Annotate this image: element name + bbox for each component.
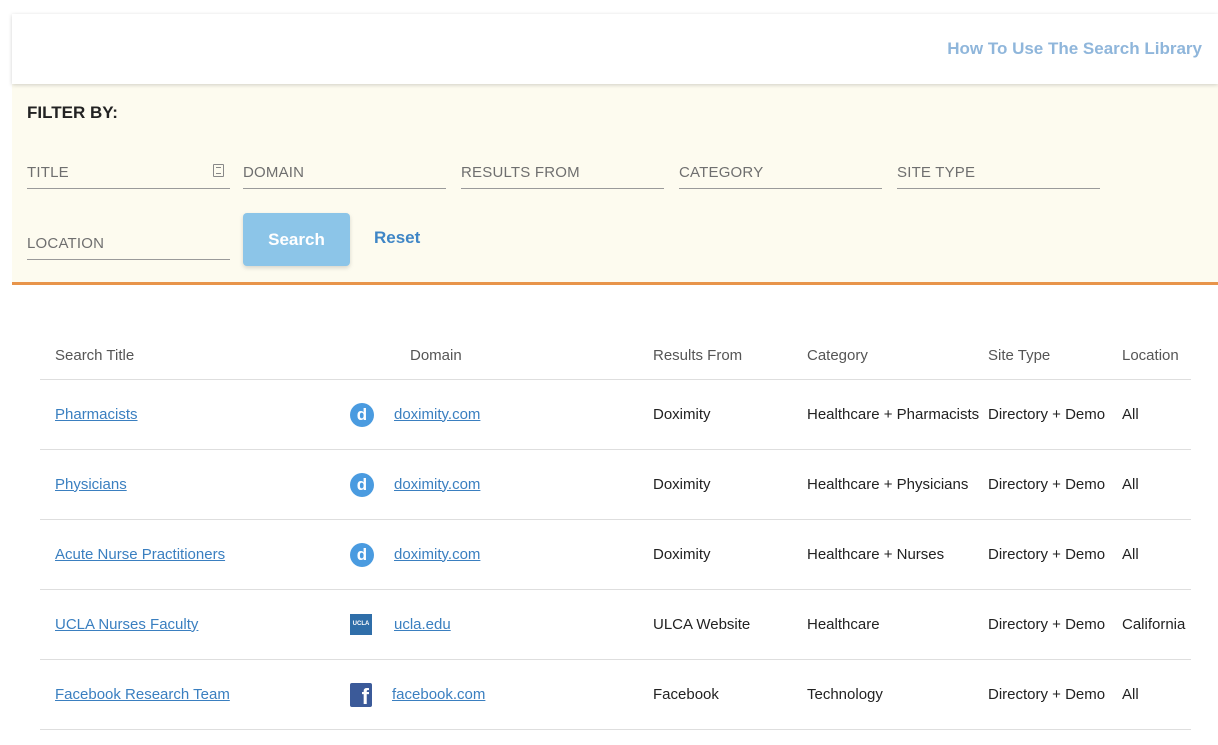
- site-type-cell: Directory + Demo: [988, 379, 1122, 450]
- results-from-cell: Doximity: [653, 519, 807, 590]
- site-type-filter-input[interactable]: SITE TYPE: [897, 164, 1100, 189]
- location-cell: All: [1122, 379, 1191, 450]
- doximity-icon: d: [350, 472, 374, 497]
- filter-panel: FILTER BY: TITLE DOMAIN RESULTS FROM CAT…: [12, 84, 1218, 285]
- table-row: Pharmacists d doximity.com Doximity Heal…: [40, 379, 1191, 450]
- domain-link[interactable]: facebook.com: [392, 686, 485, 704]
- results-from-cell: ULCA Website: [653, 589, 807, 660]
- doximity-icon: d: [350, 542, 374, 567]
- header-site-type: Site Type: [988, 331, 1122, 380]
- table-row: Acute Nurse Practitioners d doximity.com…: [40, 519, 1191, 590]
- search-button[interactable]: Search: [243, 213, 350, 266]
- category-cell: Technology: [807, 659, 988, 730]
- header-category: Category: [807, 331, 988, 380]
- results-from-filter-label: RESULTS FROM: [461, 164, 580, 181]
- location-cell: California: [1122, 589, 1191, 660]
- search-title-link[interactable]: Acute Nurse Practitioners: [55, 546, 225, 563]
- domain-filter-input[interactable]: DOMAIN: [243, 164, 446, 189]
- facebook-icon: f: [350, 682, 372, 709]
- location-filter-label: LOCATION: [27, 235, 105, 252]
- domain-link[interactable]: doximity.com: [394, 546, 480, 564]
- table-header-row: Search Title Domain Results From Categor…: [40, 331, 1191, 380]
- category-cell: Healthcare + Physicians: [807, 449, 988, 520]
- domain-link[interactable]: doximity.com: [394, 406, 480, 424]
- site-type-cell: Directory + Demo: [988, 519, 1122, 590]
- site-type-cell: Directory + Demo: [988, 449, 1122, 520]
- location-filter-input[interactable]: LOCATION: [27, 235, 230, 260]
- filter-title: FILTER BY:: [27, 103, 118, 122]
- table-row: UCLA Nurses Faculty UCLA ucla.edu ULCA W…: [40, 589, 1191, 660]
- category-cell: Healthcare: [807, 589, 988, 660]
- results-from-filter-input[interactable]: RESULTS FROM: [461, 164, 664, 189]
- domain-filter-label: DOMAIN: [243, 164, 305, 181]
- domain-link[interactable]: ucla.edu: [394, 616, 451, 634]
- category-cell: Healthcare + Pharmacists: [807, 379, 988, 450]
- site-type-cell: Directory + Demo: [988, 659, 1122, 730]
- table-row: Physicians d doximity.com Doximity Healt…: [40, 449, 1191, 520]
- reset-button[interactable]: Reset: [374, 228, 420, 248]
- top-bar: How To Use The Search Library: [12, 14, 1218, 84]
- site-type-filter-label: SITE TYPE: [897, 164, 976, 181]
- title-filter-input[interactable]: TITLE: [27, 164, 230, 189]
- site-type-cell: Directory + Demo: [988, 589, 1122, 660]
- category-filter-label: CATEGORY: [679, 164, 764, 181]
- header-domain: Domain: [350, 331, 653, 380]
- results-from-cell: Doximity: [653, 449, 807, 520]
- search-title-link[interactable]: Facebook Research Team: [55, 686, 230, 703]
- category-filter-input[interactable]: CATEGORY: [679, 164, 882, 189]
- doximity-icon: d: [350, 402, 374, 427]
- how-to-use-link[interactable]: How To Use The Search Library: [947, 39, 1202, 59]
- ucla-icon: UCLA: [350, 614, 372, 635]
- table-row: Facebook Research Team f facebook.com Fa…: [40, 659, 1191, 730]
- results-from-cell: Facebook: [653, 659, 807, 730]
- results-from-cell: Doximity: [653, 379, 807, 450]
- header-results-from: Results From: [653, 331, 807, 380]
- search-title-link[interactable]: UCLA Nurses Faculty: [55, 616, 198, 633]
- location-cell: All: [1122, 659, 1191, 730]
- search-title-link[interactable]: Physicians: [55, 476, 127, 493]
- header-search-title: Search Title: [40, 331, 350, 380]
- contact-card-icon[interactable]: [213, 164, 224, 177]
- domain-link[interactable]: doximity.com: [394, 476, 480, 494]
- search-library-table: Search Title Domain Results From Categor…: [40, 331, 1191, 730]
- search-title-link[interactable]: Pharmacists: [55, 406, 138, 423]
- location-cell: All: [1122, 449, 1191, 520]
- location-cell: All: [1122, 519, 1191, 590]
- title-filter-label: TITLE: [27, 164, 69, 181]
- category-cell: Healthcare + Nurses: [807, 519, 988, 590]
- header-location: Location: [1122, 331, 1191, 380]
